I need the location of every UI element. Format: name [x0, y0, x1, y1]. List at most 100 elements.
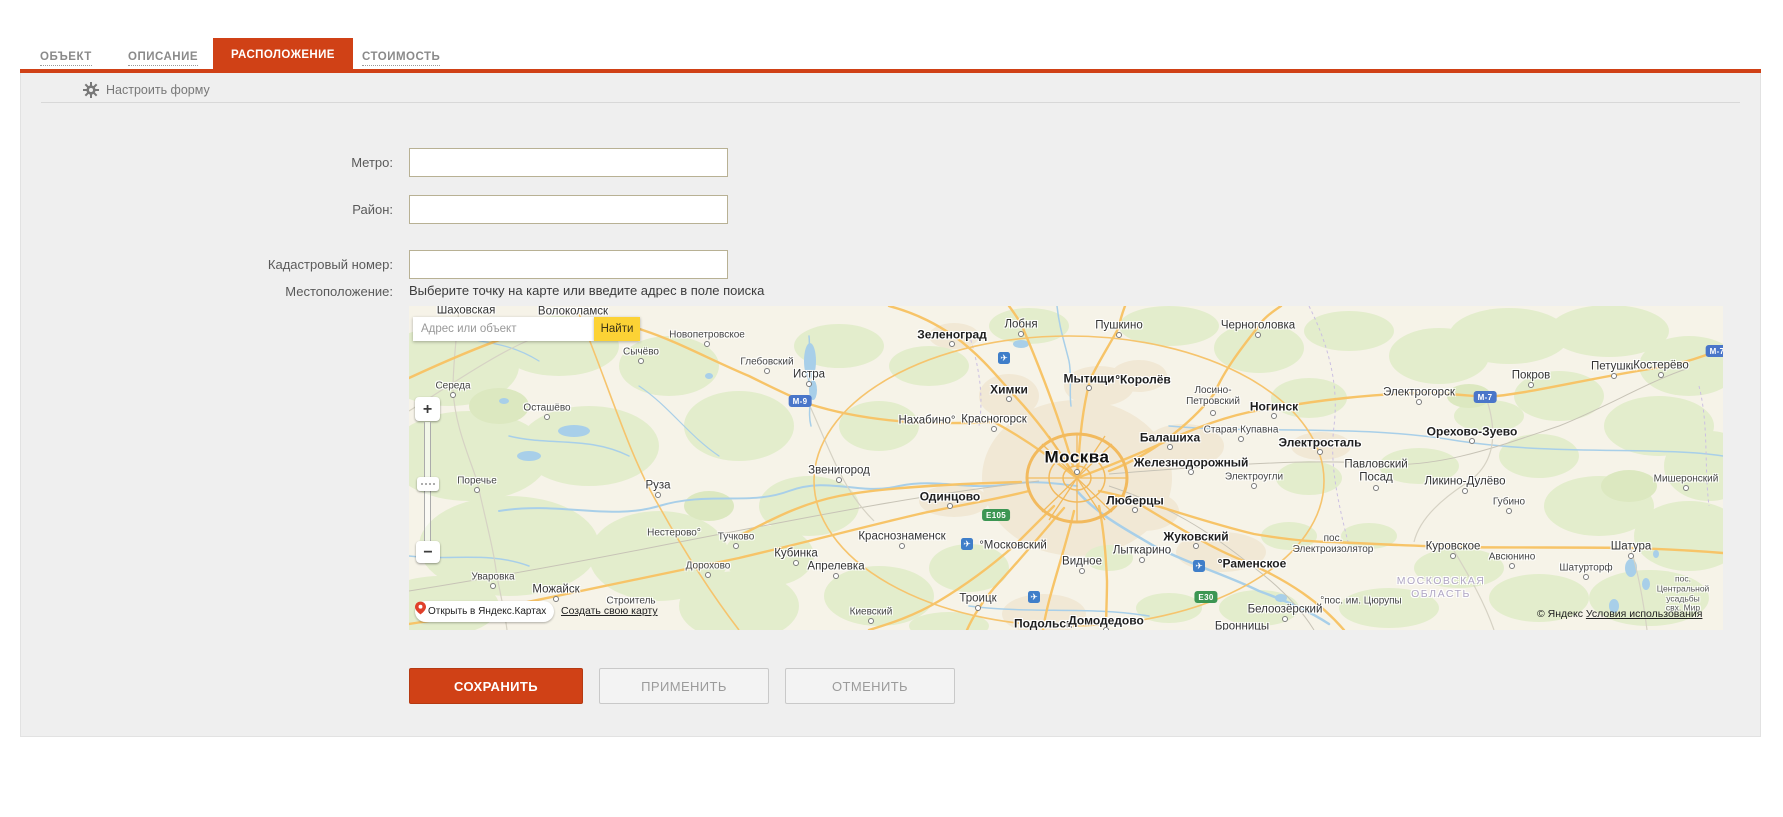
map-city-label: Ногинск [1250, 400, 1298, 413]
metro-input[interactable] [409, 148, 728, 177]
map-city-label: Домодедово [1068, 614, 1144, 627]
map-city-dot [1103, 627, 1109, 630]
map-city-label: Тучково [718, 532, 755, 543]
map-city-dot [947, 503, 953, 509]
map-city-label: Поречье [457, 476, 497, 487]
map-city-label: Можайск [532, 584, 579, 597]
metro-label: Метро: [21, 148, 393, 177]
map-city-label: Лобня [1004, 319, 1037, 332]
cancel-button[interactable]: ОТМЕНИТЬ [785, 668, 955, 704]
map-city-label: Апрелевка [807, 561, 864, 574]
map-city-label: Краснознаменск [858, 531, 945, 544]
map-city-label: Шатурторф [1559, 563, 1612, 574]
map-city-label: Орехово-Зуево [1427, 425, 1518, 438]
map-city-dot [1450, 553, 1456, 559]
map-city-dot [868, 618, 874, 624]
map-city-dot [1251, 483, 1257, 489]
map-city-label: Шатура [1611, 541, 1652, 554]
map-city-dot [1317, 449, 1323, 455]
map-city-label: Середа [435, 381, 470, 392]
map-zoom-out-button[interactable]: − [416, 541, 440, 563]
map-zoom-in-button[interactable]: + [415, 397, 440, 421]
apply-button[interactable]: ПРИМЕНИТЬ [599, 668, 769, 704]
cadastral-number-label: Кадастровый номер: [21, 250, 393, 279]
map-city-label: Балашиха [1140, 431, 1200, 444]
map-copyright: © Яндекс Условия использования [1537, 608, 1702, 620]
map-city-label: пос. Электроизолятор [1293, 533, 1374, 555]
district-input[interactable] [409, 195, 728, 224]
road-badge: М-7 [1474, 391, 1497, 403]
road-badge: М-7 [1706, 345, 1723, 357]
map-city-dot [1583, 574, 1589, 580]
tab-location[interactable]: РАСПОЛОЖЕНИЕ [213, 38, 353, 73]
map-city-dot [1506, 508, 1512, 514]
open-in-yandex-maps-link[interactable]: Открыть в Яндекс.Картах [415, 601, 554, 622]
map-city-dot [1116, 332, 1122, 338]
terms-of-use-link[interactable]: Условия использования [1586, 608, 1703, 620]
map-zoom-slider-handle[interactable] [417, 477, 439, 491]
map-city-dot [544, 414, 550, 420]
map-city-dot [1255, 332, 1261, 338]
map-city-label: Лыткарино [1113, 545, 1171, 558]
save-button[interactable]: СОХРАНИТЬ [409, 668, 583, 704]
map-city-label: Губино [1493, 497, 1525, 508]
map-find-button[interactable]: Найти [594, 317, 640, 341]
tab-object[interactable]: ОБЪЕКТ [40, 51, 92, 66]
map-city-label: Шаховская [437, 306, 496, 317]
map-city-label: Люберцы [1106, 494, 1164, 507]
map-city-dot [1683, 485, 1689, 491]
map-city-label: Красногорск [961, 414, 1027, 427]
district-label: Район: [21, 195, 393, 224]
map-city-label: Руза [645, 480, 670, 493]
map-city-dot [833, 573, 839, 579]
map-city-label: °пос. им. Цюрупы [1320, 596, 1402, 607]
map-city-label: Электросталь [1279, 436, 1362, 449]
tab-price[interactable]: СТОИМОСТЬ [362, 51, 440, 66]
map-city-dot [975, 605, 981, 611]
create-own-map-link[interactable]: Создать свою карту [561, 605, 658, 617]
road-badge: Е105 [982, 509, 1010, 521]
map-city-label: Бронницы [1215, 621, 1269, 630]
map-address-search-input[interactable] [413, 317, 594, 341]
map-city-label: °Раменское [1218, 557, 1287, 570]
map-city-label: Электроугли [1225, 472, 1283, 483]
map-city-dot [1006, 396, 1012, 402]
map-city-label: Кубинка [774, 548, 818, 561]
map-city-label: Звенигород [808, 465, 870, 478]
map-city-label: Нестерово° [647, 528, 701, 539]
map-city-dot [1139, 557, 1145, 563]
map-city-label: Белоозёрский [1248, 604, 1323, 617]
tab-description[interactable]: ОПИСАНИЕ [128, 51, 198, 66]
map-city-label: Одинцово [920, 490, 981, 503]
airport-icon: ✈ [1028, 591, 1040, 603]
configure-form-button[interactable]: Настроить форму [83, 81, 210, 99]
map-city-dot [1611, 373, 1617, 379]
map-city-label: Лосино- Петровский [1186, 385, 1240, 407]
map-city-label: Нахабино° [898, 415, 955, 428]
map-city-dot [1469, 438, 1475, 444]
toolbar-separator [41, 102, 1740, 103]
map-city-label: Покров [1512, 370, 1551, 383]
map-city-dot [899, 543, 905, 549]
cadastral-number-input[interactable] [409, 250, 728, 279]
map-city-label: Мытищи [1064, 372, 1115, 385]
map-city-label: Осташёво [523, 403, 570, 414]
map-city-label: Электрогорск [1383, 387, 1455, 400]
map-city-label: Петушки [1591, 361, 1637, 374]
configure-form-label: Настроить форму [106, 83, 210, 97]
map-city-dot [1086, 385, 1092, 391]
map-city-dot [1628, 553, 1634, 559]
map-city-label: Глебовский [740, 357, 793, 368]
map-city-dot [1462, 488, 1468, 494]
map-city-dot [450, 392, 456, 398]
map-canvas[interactable]: ШаховскаяВолоколамскСередаОсташёвоПоречь… [409, 306, 1723, 630]
location-label: Местоположение: [21, 283, 393, 301]
map-city-dot [1282, 616, 1288, 622]
map-city-label: Химки [990, 383, 1028, 396]
map-city-dot [793, 560, 799, 566]
map-city-label: Ликино-Дулёво [1424, 476, 1505, 489]
map-city-dot [1373, 485, 1379, 491]
map-city-dot [655, 492, 661, 498]
map-labels: ШаховскаяВолоколамскСередаОсташёвоПоречь… [409, 306, 1723, 630]
yandex-copyright-label: © Яндекс [1537, 608, 1586, 620]
